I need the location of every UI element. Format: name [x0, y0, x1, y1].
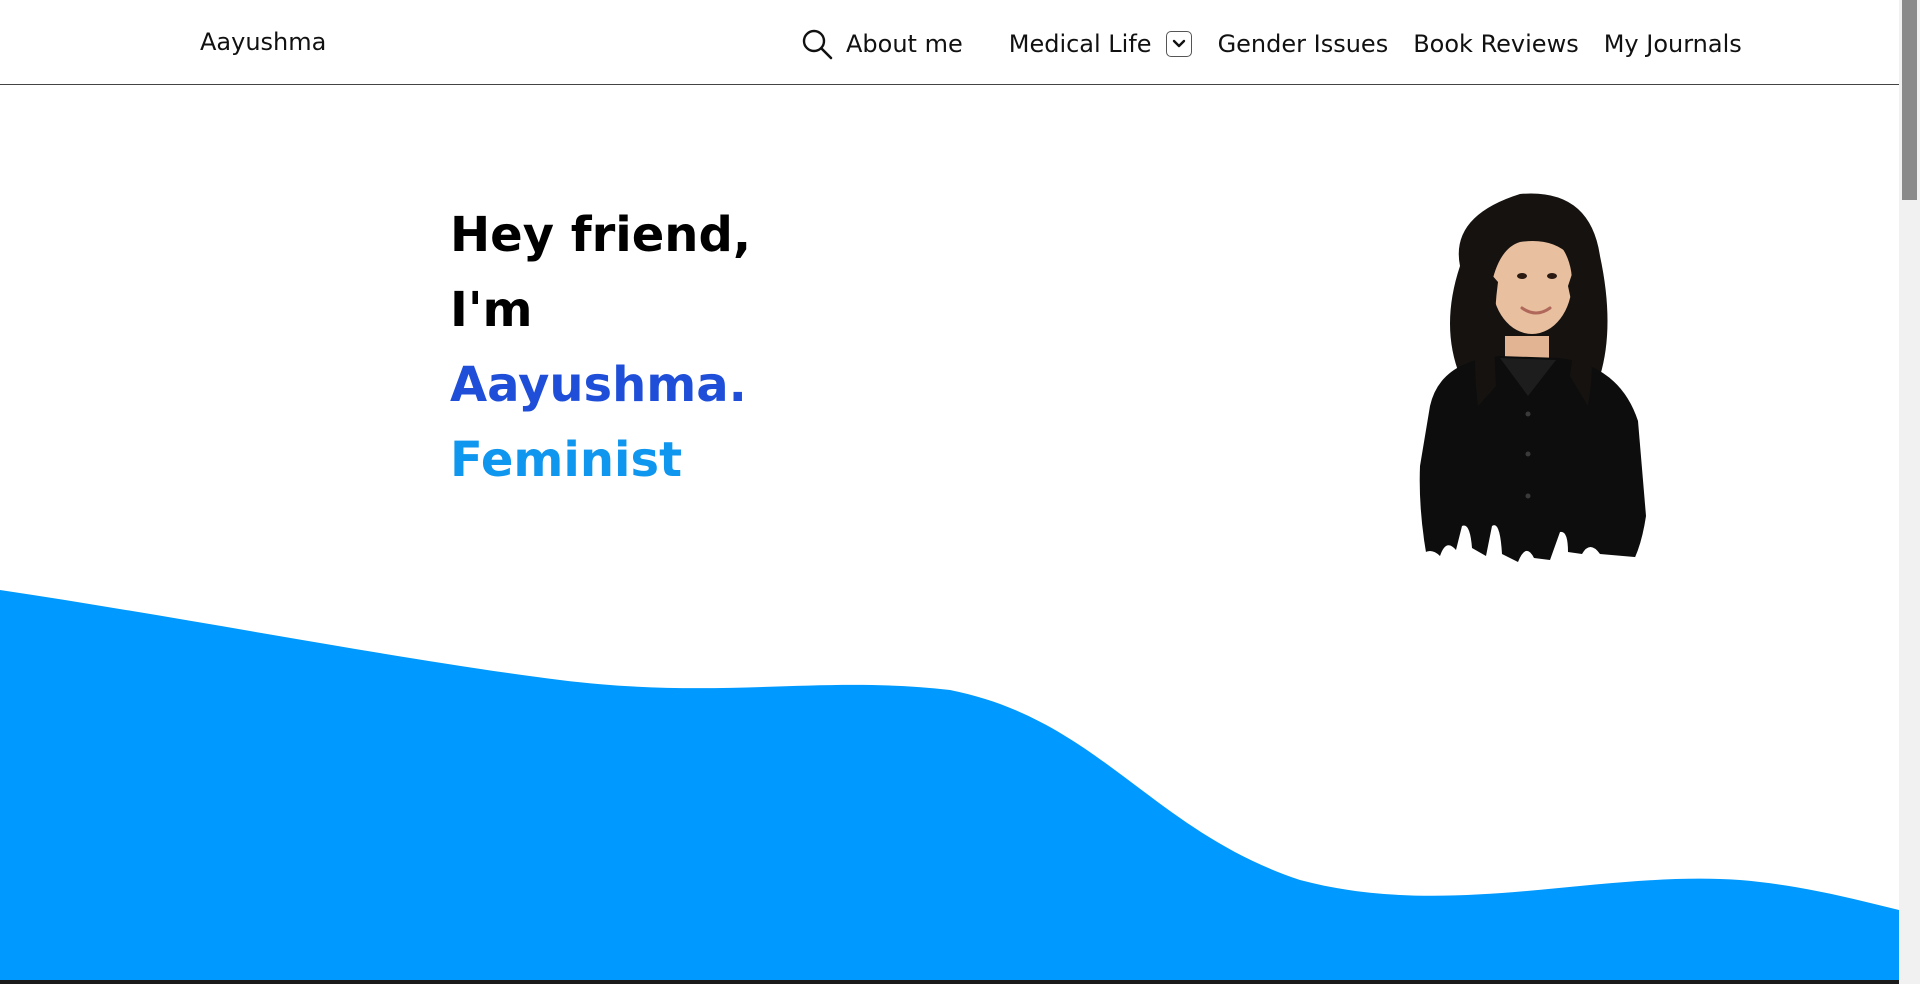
brand-link[interactable]: Aayushma [200, 28, 326, 56]
nav-link-gender-issues[interactable]: Gender Issues [1218, 30, 1389, 58]
page: Aayushma About me Medical Life Gender Is… [0, 0, 1920, 984]
chevron-down-icon [1172, 39, 1185, 48]
main-nav: About me Medical Life Gender Issues Book… [800, 24, 1742, 64]
portrait-photo [1419, 193, 1646, 582]
scrollbar-thumb[interactable] [1902, 0, 1917, 200]
hero-greeting-line1: Hey friend, [450, 207, 752, 263]
decorative-wave [0, 590, 1899, 984]
nav-link-book-reviews[interactable]: Book Reviews [1413, 30, 1579, 58]
hero-heading: Hey friend, I'm Aayushma. Feminist [450, 198, 751, 498]
hero-greeting-line2: I'm [450, 282, 533, 338]
search-button[interactable] [800, 27, 834, 61]
nav-link-my-journals[interactable]: My Journals [1604, 30, 1742, 58]
bottom-divider [0, 980, 1899, 984]
search-icon [802, 29, 833, 60]
hero-name: Aayushma. [450, 357, 747, 413]
hero-role: Feminist [450, 432, 683, 488]
nav-link-medical-life[interactable]: Medical Life [1009, 30, 1152, 58]
medical-life-dropdown-button[interactable] [1165, 31, 1192, 57]
site-header: Aayushma About me Medical Life Gender Is… [0, 0, 1899, 85]
vertical-scrollbar[interactable] [1899, 0, 1920, 984]
nav-link-about-me[interactable]: About me [846, 30, 963, 58]
